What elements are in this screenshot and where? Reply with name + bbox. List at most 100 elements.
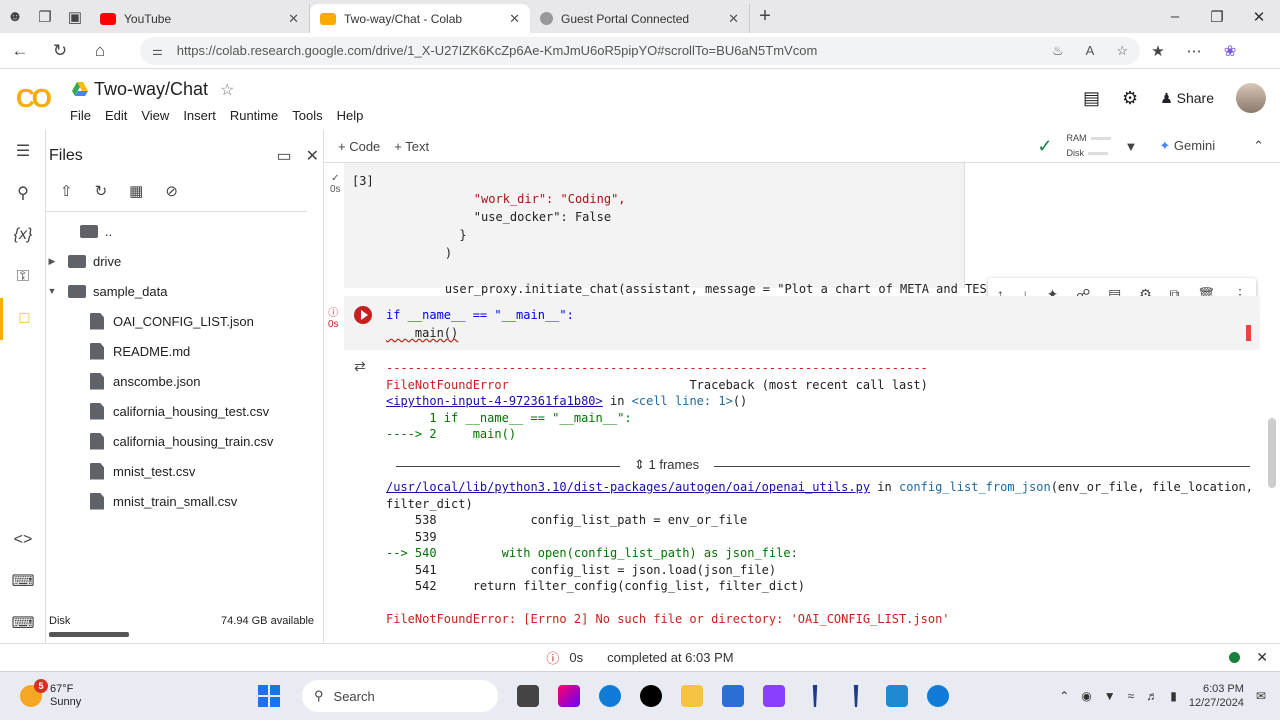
menu-view[interactable]: View [141,108,169,123]
tiktok-icon[interactable] [640,685,662,707]
menu-help[interactable]: Help [337,108,364,123]
file-item[interactable]: mnist_test.csv [46,456,323,486]
chevron-right-icon[interactable]: ▶ [46,256,58,267]
secrets-key-icon[interactable]: ⚿ [0,256,46,298]
pen-icon[interactable] [853,685,859,707]
chevron-up-icon[interactable]: ⌃ [1059,689,1069,703]
tab-actions-icon[interactable]: ▣ [60,2,90,32]
run-cell-button[interactable] [354,306,372,324]
profile-icon[interactable]: ☻ [0,2,30,32]
command-palette-icon[interactable]: ⌨ [0,560,46,602]
security-icon[interactable]: ◉ [1081,689,1091,703]
back-icon[interactable]: ← [0,41,40,61]
url-field[interactable]: ⚌ https://colab.research.google.com/driv… [140,36,1140,65]
search-icon[interactable]: ⚲ [0,172,46,214]
menu-insert[interactable]: Insert [183,108,216,123]
scrollbar[interactable] [1268,418,1276,488]
battery-icon[interactable]: ▮ [1170,689,1177,703]
notebook-title[interactable]: Two-way/Chat [94,79,208,100]
bell-icon[interactable]: ♨ [1052,43,1064,59]
file-item[interactable]: README.md [46,336,323,366]
menu-runtime[interactable]: Runtime [230,108,278,123]
file-item[interactable]: california_housing_train.csv [46,426,323,456]
close-tab-icon[interactable]: ✕ [509,11,520,27]
open-in-tab-icon[interactable]: ▭ [276,146,291,166]
share-button[interactable]: ♟ Share [1160,90,1214,107]
favorite-star-icon[interactable]: ☆ [1116,43,1128,59]
maximize-icon[interactable]: ❐ [1196,8,1238,26]
clipchamp-icon[interactable] [763,685,785,707]
more-icon[interactable]: ⋯ [1176,42,1212,60]
windows-start-icon[interactable] [258,685,280,707]
favorites-icon[interactable]: ★ [1140,42,1176,60]
pen-icon[interactable] [812,685,818,707]
table-of-contents-icon[interactable]: ☰ [0,130,46,172]
variables-icon[interactable]: {x} [0,214,46,256]
new-tab-icon[interactable]: + [750,2,780,32]
settings-gear-icon[interactable]: ⚙ [1122,88,1138,109]
copilot-icon[interactable]: ❀ [1212,42,1248,60]
home-icon[interactable]: ⌂ [80,41,120,61]
vscode-icon[interactable] [886,685,908,707]
refresh-icon[interactable]: ↻ [95,182,108,211]
menu-tools[interactable]: Tools [292,108,322,123]
microphone-icon[interactable]: ▼ [1104,689,1116,703]
close-window-icon[interactable]: ✕ [1238,8,1280,26]
close-icon[interactable]: ✕ [306,146,319,166]
gemini-button[interactable]: ✦ Gemini [1159,138,1215,154]
close-tab-icon[interactable]: ✕ [728,11,739,27]
close-icon[interactable]: ✕ [1256,649,1268,666]
collapse-header-icon[interactable]: ⌃ [1253,138,1264,154]
wifi-icon[interactable]: ≈ [1128,689,1135,703]
read-aloud-icon[interactable]: A [1086,43,1095,58]
tab-guest-portal[interactable]: Guest Portal Connected ✕ [530,4,750,33]
file-item[interactable]: anscombe.json [46,366,323,396]
edge-icon[interactable] [599,685,621,707]
chevron-down-icon[interactable]: ▼ [46,286,58,296]
notifications-icon[interactable]: ✉ [1256,689,1266,703]
disk-usage-bar [49,632,129,637]
file-item[interactable]: california_housing_test.csv [46,396,323,426]
file-item-parent[interactable]: .. [46,216,323,246]
add-text-button[interactable]: + Text [394,139,429,154]
refresh-icon[interactable]: ↻ [40,41,80,61]
file-item[interactable]: OAI_CONFIG_LIST.json [46,306,323,336]
taskbar-search[interactable]: ⚲ Search [302,680,498,712]
menu-file[interactable]: File [70,108,91,123]
runtime-dropdown-icon[interactable]: ▼ [1125,139,1138,154]
star-icon[interactable]: ☆ [220,80,234,100]
file-item[interactable]: mnist_train_small.csv [46,486,323,516]
menu-edit[interactable]: Edit [105,108,127,123]
weather-widget[interactable]: 5 67°F Sunny [0,679,230,709]
output-actions-icon[interactable]: ⇄ [354,358,366,375]
avatar[interactable] [1236,83,1266,113]
files-folder-icon[interactable]: □ [0,298,46,340]
tab-colab[interactable]: Two-way/Chat - Colab ✕ [310,4,530,33]
cell-run-status: ✓ 0s [330,173,341,195]
cell-code[interactable]: if __name__ == "__main__": main() [386,306,574,342]
volume-icon[interactable]: ♬ [1146,689,1158,703]
tab-youtube[interactable]: YouTube ✕ [90,4,310,33]
mount-drive-icon[interactable]: ▦ [129,182,143,211]
file-item-drive[interactable]: ▶ drive [46,246,323,276]
store-icon[interactable] [722,685,744,707]
clock[interactable]: 6:03 PM 12/27/2024 [1189,682,1244,710]
hide-files-icon[interactable]: ⊘ [165,182,178,211]
minimize-icon[interactable]: – [1154,8,1196,26]
edge-icon[interactable] [927,685,949,707]
task-view-icon[interactable] [517,685,539,707]
expand-frames-button[interactable]: ⇕ 1 frames [634,457,699,473]
code-snippets-icon[interactable]: <> [0,519,46,561]
add-code-button[interactable]: + Code [338,139,380,154]
colab-logo[interactable]: CO [16,83,52,114]
file-item-sample-data[interactable]: ▼ sample_data [46,276,323,306]
site-info-icon[interactable]: ⚌ [152,44,163,58]
copilot-app-icon[interactable] [558,685,580,707]
file-explorer-icon[interactable] [681,685,703,707]
comment-icon[interactable]: ▤ [1083,88,1100,109]
terminal-icon[interactable]: ⌨ [0,602,46,644]
workspaces-icon[interactable]: ❐ [30,2,60,32]
ram-disk-indicator[interactable]: RAM Disk [1067,131,1111,161]
close-tab-icon[interactable]: ✕ [288,11,299,27]
upload-icon[interactable]: ⇧ [60,182,73,211]
